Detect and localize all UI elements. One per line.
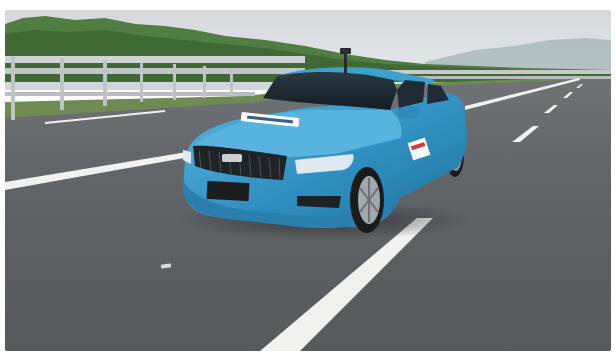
scene-svg xyxy=(5,10,611,351)
photo-frame xyxy=(0,0,616,352)
badge-icon xyxy=(222,154,242,162)
fog-light xyxy=(297,196,341,208)
license-plate xyxy=(206,180,250,202)
road-test-photo xyxy=(5,10,611,351)
side-mirror xyxy=(397,106,421,118)
